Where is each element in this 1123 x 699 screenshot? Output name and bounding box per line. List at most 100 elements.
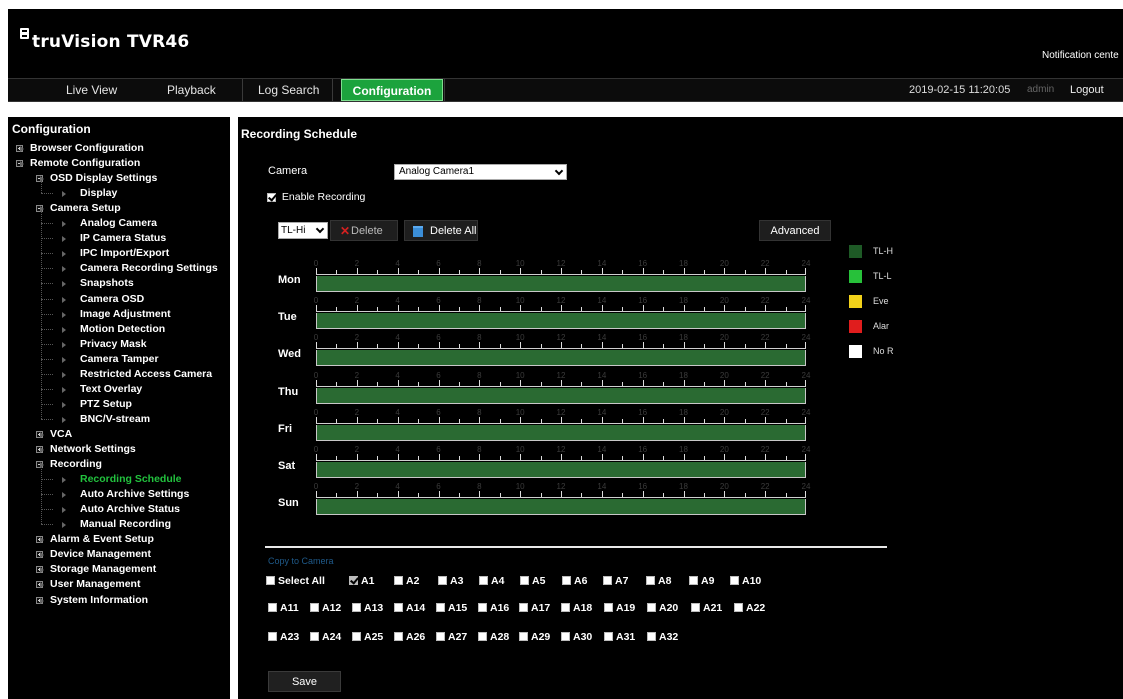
camera-checkbox-a31[interactable]: A31	[604, 631, 635, 643]
checkbox-icon[interactable]	[604, 602, 613, 612]
sidebar-item-remote-configuration[interactable]: Remote Configuration	[30, 156, 140, 171]
sidebar-item-ipc-import-export[interactable]: IPC Import/Export	[80, 246, 169, 261]
sidebar-item-bnc-v-stream[interactable]: BNC/V-stream	[80, 412, 150, 427]
sidebar-item-text-overlay[interactable]: Text Overlay	[80, 382, 142, 397]
sidebar-item-camera-osd[interactable]: Camera OSD	[80, 292, 144, 307]
schedule-bar[interactable]	[316, 424, 806, 441]
sidebar-item-device-management[interactable]: Device Management	[50, 547, 151, 562]
day-timeline[interactable]: 0 2 4 6 8 10 12 14 16 18 20 22 24	[314, 259, 810, 293]
camera-checkbox-a1[interactable]: A1	[349, 575, 374, 587]
sidebar-item-system-information[interactable]: System Information	[50, 593, 148, 608]
day-timeline[interactable]: 0 2 4 6 8 10 12 14 16 18 20 22 24	[314, 371, 810, 405]
day-timeline[interactable]: 0 2 4 6 8 10 12 14 16 18 20 22 24	[314, 296, 810, 330]
tab-playback[interactable]: Playback	[167, 79, 216, 101]
checkbox-icon[interactable]	[394, 602, 403, 612]
day-timeline[interactable]: 0 2 4 6 8 10 12 14 16 18 20 22 24	[314, 445, 810, 479]
day-timeline[interactable]: 0 2 4 6 8 10 12 14 16 18 20 22 24	[314, 333, 810, 367]
checkbox-icon[interactable]	[562, 575, 571, 585]
enable-recording-checkbox[interactable]: Enable Recording	[267, 191, 365, 203]
checkbox-icon[interactable]	[604, 631, 613, 641]
camera-checkbox-a12[interactable]: A12	[310, 602, 341, 614]
sidebar-item-storage-management[interactable]: Storage Management	[50, 562, 156, 577]
checkbox-icon[interactable]	[691, 602, 700, 612]
camera-checkbox-a15[interactable]: A15	[436, 602, 467, 614]
camera-checkbox-a17[interactable]: A17	[519, 602, 550, 614]
camera-checkbox-a8[interactable]: A8	[646, 575, 671, 587]
camera-checkbox-a22[interactable]: A22	[734, 602, 765, 614]
camera-checkbox-a28[interactable]: A28	[478, 631, 509, 643]
sidebar-item-manual-recording[interactable]: Manual Recording	[80, 517, 171, 532]
sidebar-item-recording[interactable]: Recording	[50, 457, 102, 472]
checkbox-icon[interactable]	[436, 602, 445, 612]
checkbox-icon[interactable]	[352, 602, 361, 612]
checkbox-icon[interactable]	[520, 575, 529, 585]
checkbox-icon[interactable]	[479, 575, 488, 585]
advanced-button[interactable]: Advanced	[759, 220, 831, 241]
checkbox-icon[interactable]	[603, 575, 612, 585]
sidebar-item-auto-archive-status[interactable]: Auto Archive Status	[80, 502, 180, 517]
save-button[interactable]: Save	[268, 671, 341, 692]
camera-checkbox-a14[interactable]: A14	[394, 602, 425, 614]
sidebar-item-display[interactable]: Display	[80, 186, 117, 201]
logout-button[interactable]: Logout	[1070, 79, 1104, 101]
camera-checkbox-a16[interactable]: A16	[478, 602, 509, 614]
checkbox-icon[interactable]	[561, 602, 570, 612]
sidebar-item-user-management[interactable]: User Management	[50, 577, 140, 592]
checkbox-icon[interactable]	[646, 575, 655, 585]
delete-button[interactable]: ✕ Delete	[330, 220, 398, 241]
schedule-bar[interactable]	[316, 462, 806, 478]
checkbox-icon[interactable]	[730, 575, 739, 585]
camera-checkbox-a32[interactable]: A32	[647, 631, 678, 643]
camera-checkbox-a25[interactable]: A25	[352, 631, 383, 643]
camera-checkbox-a24[interactable]: A24	[310, 631, 341, 643]
checkbox-icon[interactable]	[647, 631, 656, 641]
sidebar-item-camera-tamper[interactable]: Camera Tamper	[80, 352, 159, 367]
sidebar-item-ptz-setup[interactable]: PTZ Setup	[80, 397, 132, 412]
sidebar-item-alarm-event-setup[interactable]: Alarm & Event Setup	[50, 532, 154, 547]
checkbox-icon[interactable]	[394, 575, 403, 585]
camera-checkbox-a11[interactable]: A11	[268, 602, 299, 614]
sidebar-item-recording-schedule[interactable]: Recording Schedule	[80, 472, 182, 487]
sidebar-item-motion-detection[interactable]: Motion Detection	[80, 322, 165, 337]
notification-center-link[interactable]: Notification cente	[1042, 50, 1119, 61]
camera-checkbox-a26[interactable]: A26	[394, 631, 425, 643]
sidebar-item-analog-camera[interactable]: Analog Camera	[80, 216, 157, 231]
schedule-bar[interactable]	[316, 387, 806, 404]
camera-checkbox-a29[interactable]: A29	[519, 631, 550, 643]
checkbox-icon[interactable]	[689, 575, 698, 585]
tab-log-search[interactable]: Log Search	[258, 79, 319, 101]
camera-checkbox-a3[interactable]: A3	[438, 575, 463, 587]
checkbox-icon[interactable]	[310, 602, 319, 612]
camera-checkbox-a23[interactable]: A23	[268, 631, 299, 643]
checkbox-icon[interactable]	[394, 631, 403, 641]
checkbox-icon[interactable]	[519, 602, 528, 612]
checkbox-checked-icon[interactable]	[349, 575, 358, 585]
camera-checkbox-a4[interactable]: A4	[479, 575, 504, 587]
checkbox-icon[interactable]	[519, 631, 528, 641]
checkbox-icon[interactable]	[268, 631, 277, 641]
sidebar-item-vca[interactable]: VCA	[50, 427, 72, 442]
sidebar-item-ip-camera-status[interactable]: IP Camera Status	[80, 231, 166, 246]
checkbox-icon[interactable]	[352, 631, 361, 641]
sidebar-item-camera-recording-settings[interactable]: Camera Recording Settings	[80, 261, 218, 276]
delete-all-button[interactable]: Delete All	[404, 220, 478, 241]
checkbox-icon[interactable]	[478, 602, 487, 612]
camera-checkbox-a10[interactable]: A10	[730, 575, 761, 587]
day-timeline[interactable]: 0 2 4 6 8 10 12 14 16 18 20 22 24	[314, 408, 810, 442]
camera-checkbox-a13[interactable]: A13	[352, 602, 383, 614]
checkbox-icon[interactable]	[478, 631, 487, 641]
camera-checkbox-a21[interactable]: A21	[691, 602, 722, 614]
checkbox-icon[interactable]	[561, 631, 570, 641]
camera-checkbox-a20[interactable]: A20	[647, 602, 678, 614]
tab-live-view[interactable]: Live View	[66, 79, 117, 101]
checkbox-icon[interactable]	[266, 575, 275, 585]
tab-configuration[interactable]: Configuration	[341, 79, 443, 101]
sidebar-item-restricted-access-camera[interactable]: Restricted Access Camera	[80, 367, 212, 382]
checkbox-icon[interactable]	[268, 602, 277, 612]
camera-checkbox-a9[interactable]: A9	[689, 575, 714, 587]
sidebar-item-camera-setup[interactable]: Camera Setup	[50, 201, 121, 216]
checkbox-icon[interactable]	[734, 602, 743, 612]
camera-checkbox-a7[interactable]: A7	[603, 575, 628, 587]
select-all-checkbox[interactable]: Select All	[266, 575, 325, 587]
camera-checkbox-a2[interactable]: A2	[394, 575, 419, 587]
